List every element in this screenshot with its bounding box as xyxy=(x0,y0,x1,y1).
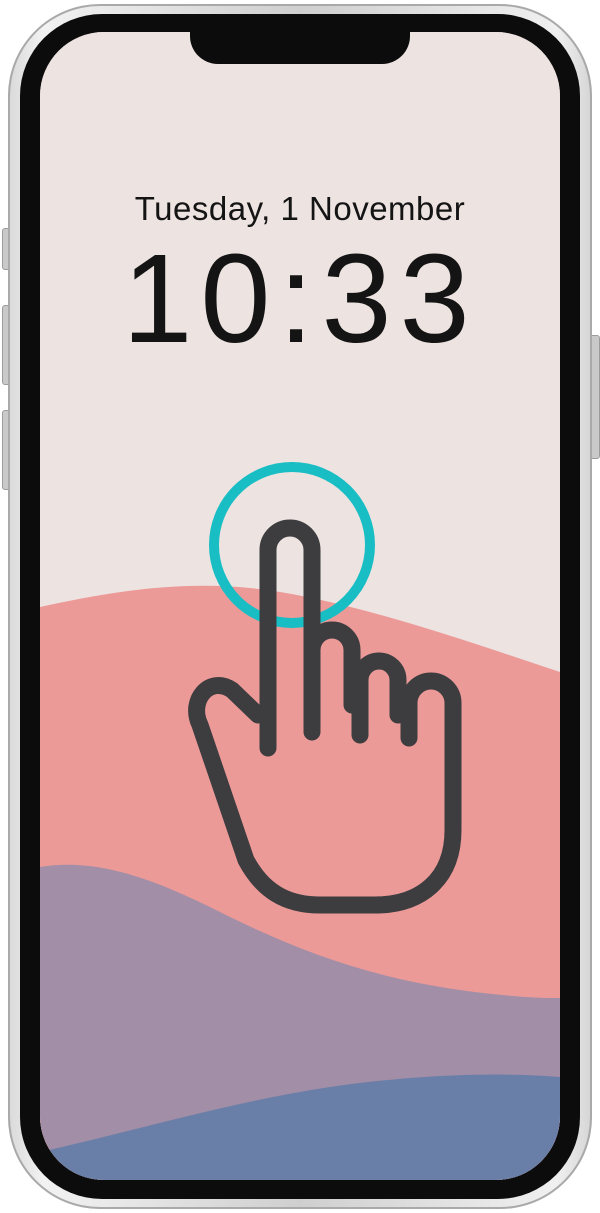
phone-frame: Tuesday, 1 November 10:33 xyxy=(8,4,592,1209)
lock-screen-time: 10:33 xyxy=(122,228,478,369)
lock-screen[interactable]: Tuesday, 1 November 10:33 xyxy=(40,32,560,1180)
lock-screen-date: Tuesday, 1 November xyxy=(134,190,466,227)
phone-bezel: Tuesday, 1 November 10:33 xyxy=(20,14,580,1199)
camera-notch xyxy=(190,14,410,64)
